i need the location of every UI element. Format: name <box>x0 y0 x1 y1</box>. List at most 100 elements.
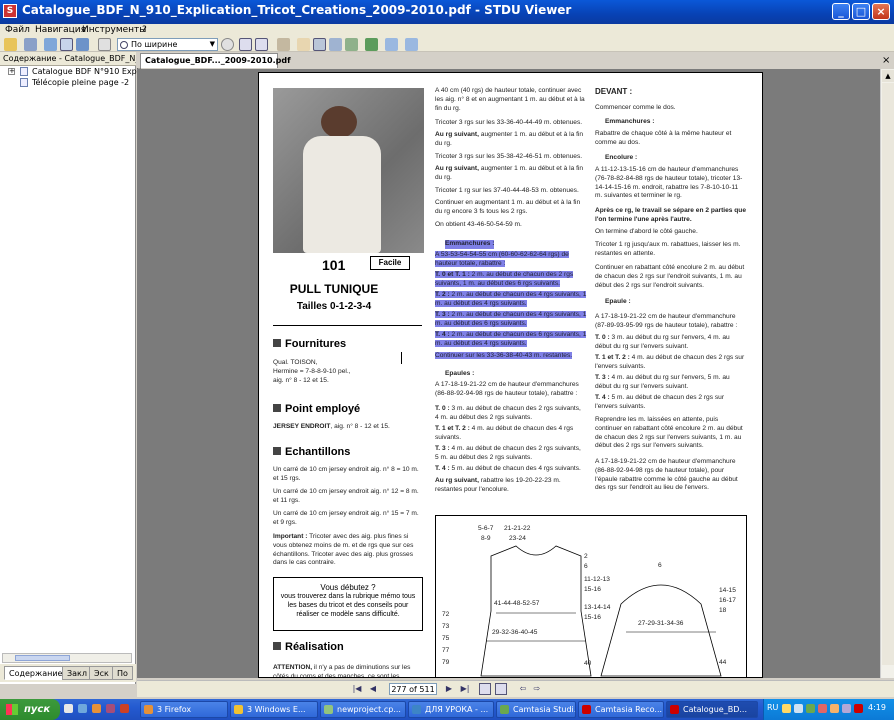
task-button[interactable]: ДЛЯ УРОКА - ... <box>408 701 494 718</box>
task-button[interactable]: newproject.cp... <box>320 701 406 718</box>
instruction-text: Tricoter 1 rg sur les 37-40-44-48-53 m. … <box>435 187 579 194</box>
tab-close-icon[interactable]: × <box>882 55 890 66</box>
page-settings-icon[interactable] <box>44 38 57 51</box>
back-arrow-icon[interactable] <box>365 38 378 51</box>
tab-thumbnails[interactable]: Эск <box>89 666 114 680</box>
instruction-text: Tricoter 3 rgs sur les 33-36-40-44-49 m.… <box>435 119 583 126</box>
bookmark-icon[interactable] <box>76 38 89 51</box>
task-button[interactable]: Camtasia Reco... <box>578 701 664 718</box>
quicklaunch-icon[interactable] <box>120 704 129 713</box>
task-label: 3 Firefox <box>157 705 192 714</box>
rotate-icon[interactable] <box>345 38 358 51</box>
vertical-scrollbar[interactable]: ▲ <box>880 69 894 678</box>
task-button[interactable]: 3 Firefox <box>140 701 228 718</box>
first-page-icon[interactable]: |◀ <box>351 683 363 695</box>
tab-contents[interactable]: Содержание <box>4 666 68 680</box>
document-tab[interactable]: Catalogue_BDF..._2009-2010.pdf <box>140 53 291 68</box>
instruction-text: A 17-18-19-21-22 cm de hauteur d'emmanch… <box>595 313 738 329</box>
diagram-label: 6 <box>658 562 662 569</box>
scroll-up-icon[interactable]: ▲ <box>882 70 894 82</box>
quicklaunch-icon[interactable] <box>78 704 87 713</box>
tree-item[interactable]: Télécopie pleine page -2 <box>0 77 136 88</box>
tray-icon[interactable] <box>818 704 827 713</box>
diagram-label: 2 <box>584 553 588 560</box>
instruction-text: T. 3 : 4 m. au début de chacun des 2 rgs… <box>435 445 581 461</box>
forward-icon[interactable]: ⇨ <box>531 683 543 695</box>
task-button[interactable]: 3 Windows E... <box>230 701 318 718</box>
zoom-in-icon[interactable] <box>221 38 234 51</box>
diagram-label: 5-6-7 <box>478 525 494 532</box>
back-icon[interactable]: ⇦ <box>517 683 529 695</box>
diagram-label: 44 <box>719 659 727 666</box>
encolure-heading: Encolure : <box>605 154 638 161</box>
menu-help[interactable]: ? <box>139 24 150 36</box>
pattern-sizes: Tailles 0-1-2-3-4 <box>296 301 372 312</box>
print-icon[interactable] <box>24 38 37 51</box>
single-page-icon[interactable] <box>239 38 252 51</box>
instruction-text: A 53-53-54-54-55 cm (60-60-62-62-64 rgs)… <box>435 251 569 267</box>
single-page-view-icon[interactable] <box>479 683 491 695</box>
point-text: JERSEY ENDROIT, aig. n° 8 - 12 et 15. <box>273 423 390 430</box>
next-page-icon[interactable]: ▶ <box>443 683 455 695</box>
diagram-label: 27-29-31-34-36 <box>638 620 684 627</box>
tray-icon[interactable] <box>794 704 803 713</box>
snapshot-icon[interactable] <box>329 38 342 51</box>
windows-logo-icon <box>6 704 18 715</box>
photo-sweater <box>303 136 381 253</box>
menu-file[interactable]: Файл <box>2 24 33 36</box>
folder-icon <box>234 705 243 714</box>
app-icon: S <box>3 4 17 18</box>
scroll-thumb[interactable] <box>882 83 894 665</box>
tray-icon[interactable] <box>782 704 791 713</box>
title-bar[interactable]: S Catalogue_BDF_N_910_Explication_Tricot… <box>0 0 894 24</box>
previous-page-icon[interactable]: ◀ <box>367 683 379 695</box>
open-folder-icon[interactable] <box>4 38 17 51</box>
quicklaunch-icon[interactable] <box>92 704 101 713</box>
diagram-label: 40 <box>584 660 592 667</box>
diagram-label: 6 <box>584 563 588 570</box>
fit-page-icon[interactable] <box>255 38 268 51</box>
tray-icon[interactable] <box>842 704 851 713</box>
instruction-text: Après ce rg, le travail se sépare en 2 p… <box>595 207 746 223</box>
page-counter-input[interactable]: 277 of 511 <box>389 683 437 695</box>
expand-icon[interactable]: + <box>8 68 15 75</box>
horizontal-scrollbar[interactable] <box>2 653 132 663</box>
text-select-icon[interactable] <box>313 38 326 51</box>
tray-icon[interactable] <box>830 704 839 713</box>
tree-item[interactable]: + Catalogue BDF N°910 Explica <box>0 66 150 77</box>
zoom-select[interactable]: По ширине ▼ <box>117 38 218 51</box>
quicklaunch-icon[interactable] <box>106 704 115 713</box>
tab-bookmarks[interactable]: Закл <box>62 666 92 680</box>
copy-icon[interactable] <box>385 38 398 51</box>
quicklaunch-icon[interactable] <box>64 704 73 713</box>
task-button[interactable]: Catalogue_BD... <box>666 701 758 718</box>
minimize-button[interactable]: _ <box>832 3 850 20</box>
start-button[interactable]: пуск <box>0 699 60 720</box>
task-button[interactable]: Camtasia Studi... <box>496 701 576 718</box>
language-indicator[interactable]: RU <box>767 703 778 712</box>
refresh-icon[interactable] <box>405 38 418 51</box>
tray-icon[interactable] <box>806 704 815 713</box>
instruction-text: A 40 cm (40 rgs) de hauteur totale, cont… <box>435 87 585 112</box>
instruction-text: T. 0 : 3 m. au début du rg sur l'envers,… <box>595 334 730 350</box>
binoculars-icon[interactable] <box>277 38 290 51</box>
two-page-view-icon[interactable] <box>495 683 507 695</box>
instruction-text: Tricoter 1 rg jusqu'aux m. rabattues, la… <box>595 241 741 257</box>
instruction-text: T. 1 et T. 2 : 4 m. au début de chacun d… <box>435 425 574 441</box>
instruction-text: Continuer sur les 33-36-38-40-43 m. rest… <box>435 352 573 359</box>
maximize-button[interactable]: □ <box>852 3 870 20</box>
hand-tool-icon[interactable] <box>297 38 310 51</box>
page-icon <box>20 78 28 87</box>
tab-search[interactable]: По <box>112 666 133 680</box>
tray-icon[interactable] <box>854 704 863 713</box>
diagram-label: 14-15 <box>719 587 736 594</box>
task-label: 3 Windows E... <box>247 705 306 714</box>
document-icon[interactable] <box>60 38 73 51</box>
zoom-out-icon[interactable] <box>98 38 111 51</box>
last-page-icon[interactable]: ▶| <box>459 683 471 695</box>
close-button[interactable]: × <box>872 3 890 20</box>
scroll-thumb[interactable] <box>15 655 70 661</box>
diagram-label: 79 <box>442 659 450 666</box>
text-cursor-icon <box>401 352 402 364</box>
schematic-diagram: 5-6-7 8-9 21-21-22 23-24 2 6 11-12-13 15… <box>435 515 747 677</box>
